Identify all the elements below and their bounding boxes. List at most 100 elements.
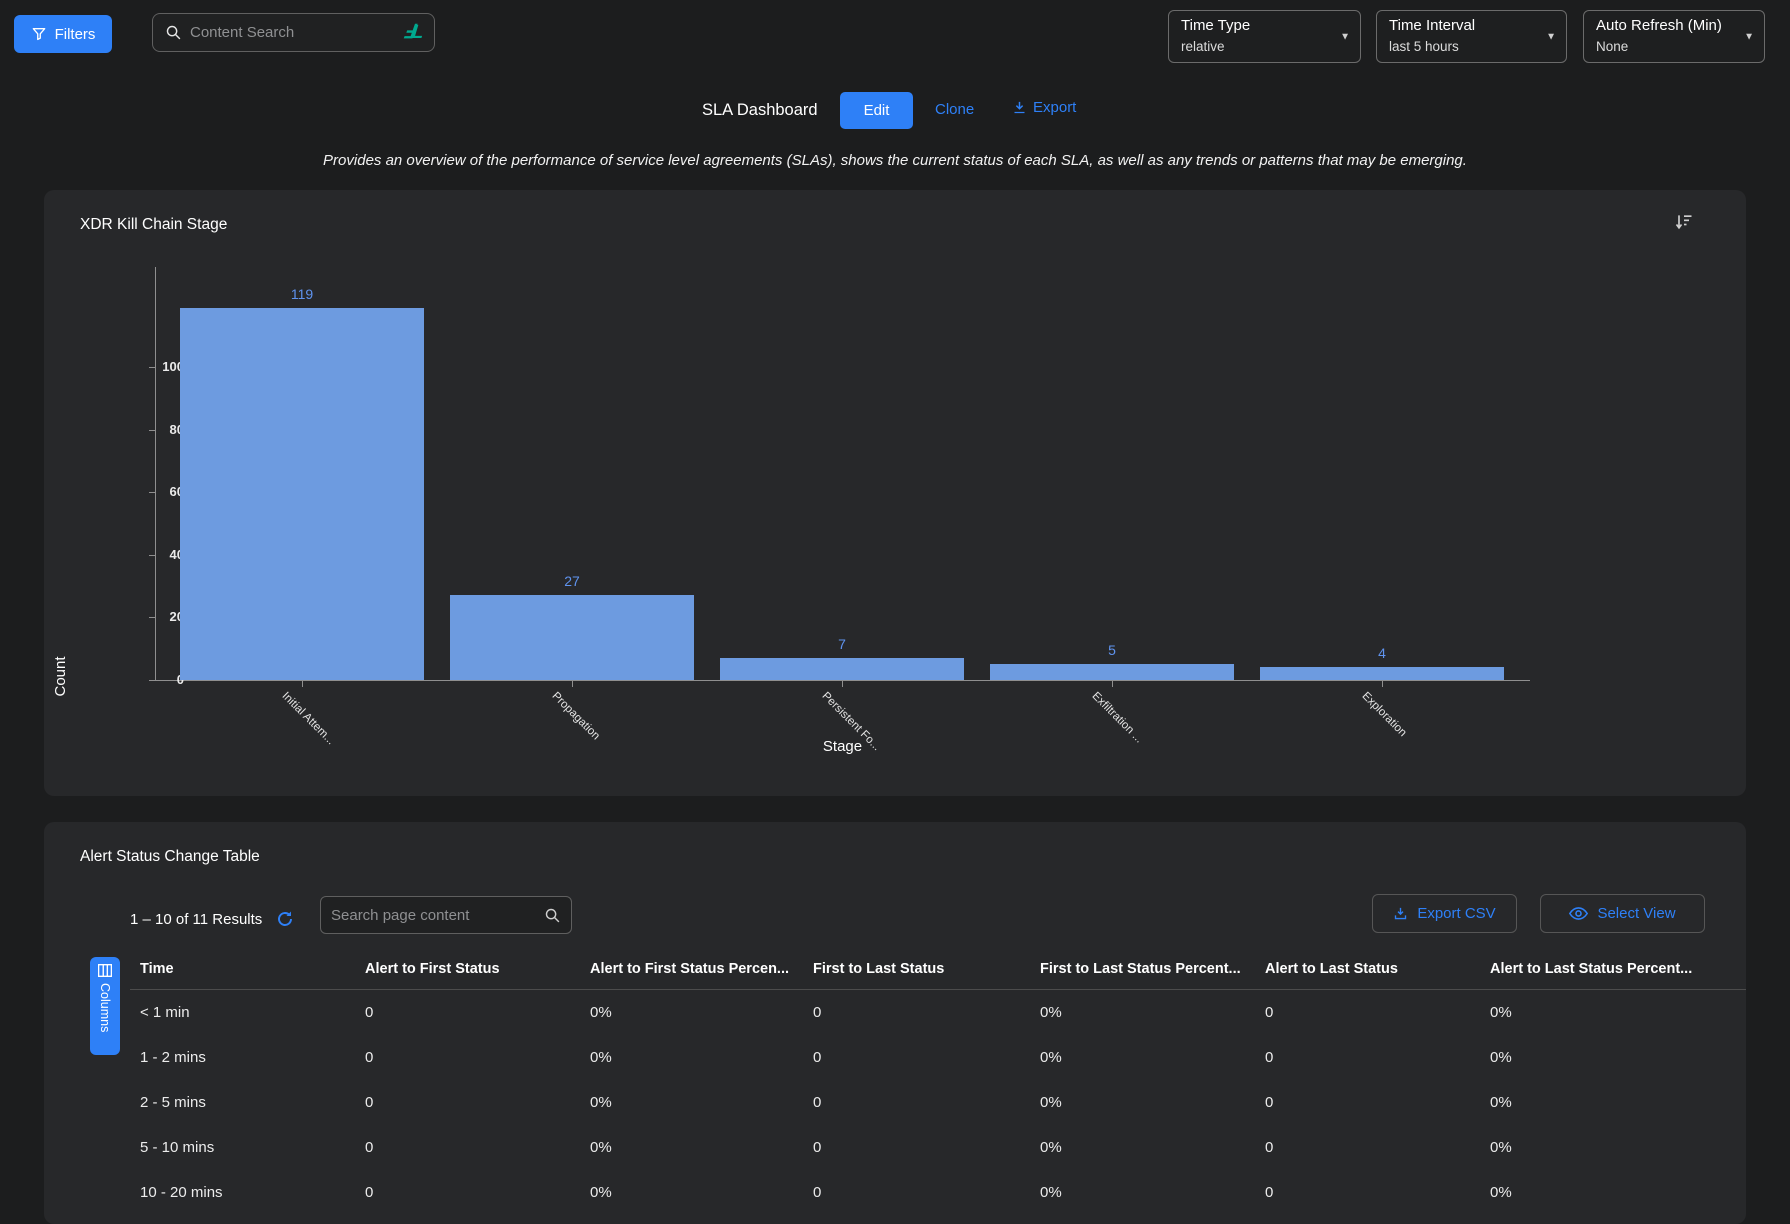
x-tick-mark [842,681,843,687]
table-cell: 0% [1040,1094,1265,1111]
table-cell: 0 [365,1139,590,1156]
bar-2[interactable] [720,658,964,680]
bar-value-label: 27 [450,573,694,589]
x-tick-mark [572,681,573,687]
time-type-value: relative [1181,39,1332,54]
bar-value-label: 7 [720,636,964,652]
column-header[interactable]: Alert to First Status [365,961,590,977]
content-search-box[interactable]: ℲL [152,13,435,52]
bar-4[interactable] [1260,667,1504,680]
x-tick-mark [1382,681,1383,687]
table-cell: 0% [1040,1184,1265,1201]
stellar-logo-icon: ℲL [402,21,423,44]
export-csv-button[interactable]: Export CSV [1372,894,1517,933]
auto-refresh-dropdown[interactable]: Auto Refresh (Min) None ▼ [1583,10,1765,63]
column-header[interactable]: Alert to Last Status [1265,961,1490,977]
alert-status-change-panel: Alert Status Change Table 1 – 10 of 11 R… [44,822,1746,1224]
column-header[interactable]: Alert to First Status Percen... [590,961,813,977]
bar-value-label: 4 [1260,645,1504,661]
page-content-search-box[interactable] [320,896,572,934]
time-type-dropdown[interactable]: Time Type relative ▼ [1168,10,1361,63]
x-axis-title: Stage [155,738,1530,755]
table-cell: 0 [1265,1139,1490,1156]
table-cell: 0 [813,1004,1040,1021]
table-cell: 0 [1265,1004,1490,1021]
column-header[interactable]: First to Last Status [813,961,1040,977]
auto-refresh-label: Auto Refresh (Min) [1596,17,1736,34]
table-cell: 0 [813,1139,1040,1156]
bar-value-label: 5 [990,642,1234,658]
edit-button[interactable]: Edit [840,92,913,129]
page-title: SLA Dashboard [702,101,818,120]
y-tick-mark [149,555,155,556]
content-search-input[interactable] [190,24,395,41]
time-interval-value: last 5 hours [1389,39,1538,54]
export-link[interactable]: Export [1012,99,1076,116]
select-view-button[interactable]: Select View [1540,894,1705,933]
table-cell: 0 [1265,1094,1490,1111]
column-header[interactable]: First to Last Status Percent... [1040,961,1265,977]
bar-chart: Count Stage 020406080100119Initial Attem… [44,190,1746,796]
y-tick-label: 0 [104,672,184,687]
export-label: Export [1033,99,1076,116]
table-header-row: TimeAlert to First StatusAlert to First … [130,948,1746,990]
table-cell: 0% [590,1049,813,1066]
table-row[interactable]: < 1 min00%00%00% [130,990,1746,1035]
filter-icon [31,26,47,42]
table-cell: 0 [813,1184,1040,1201]
filters-label: Filters [55,26,96,43]
table-title: Alert Status Change Table [80,848,260,866]
table-cell: 1 - 2 mins [140,1049,365,1066]
download-icon [1012,100,1027,115]
chevron-down-icon: ▼ [1340,31,1350,42]
eye-icon [1569,906,1588,921]
y-tick-label: 40 [104,547,184,562]
table-cell: 0% [1490,1139,1746,1156]
search-icon [165,24,182,41]
dashboard-description: Provides an overview of the performance … [0,152,1790,169]
table-cell: 0% [1490,1184,1746,1201]
columns-icon [98,964,112,977]
clone-link[interactable]: Clone [935,101,974,118]
table-row[interactable]: 1 - 2 mins00%00%00% [130,1035,1746,1080]
table-row[interactable]: 5 - 10 mins00%00%00% [130,1125,1746,1170]
y-tick-label: 80 [104,422,184,437]
table-row[interactable]: 10 - 20 mins00%00%00% [130,1170,1746,1215]
y-tick-mark [149,680,155,681]
table-row[interactable]: 2 - 5 mins00%00%00% [130,1080,1746,1125]
bar-1[interactable] [450,595,694,680]
y-tick-label: 20 [104,609,184,624]
y-tick-label: 100 [104,359,184,374]
table-cell: 0% [590,1094,813,1111]
column-header[interactable]: Alert to Last Status Percent... [1490,961,1746,977]
table-cell: 2 - 5 mins [140,1094,365,1111]
table-cell: 0% [1490,1094,1746,1111]
y-tick-mark [149,367,155,368]
filters-button[interactable]: Filters [14,15,112,53]
table-cell: 0 [813,1049,1040,1066]
table-cell: 0% [1490,1049,1746,1066]
time-type-label: Time Type [1181,17,1332,34]
download-icon [1393,906,1408,921]
refresh-icon[interactable] [276,910,294,928]
time-interval-dropdown[interactable]: Time Interval last 5 hours ▼ [1376,10,1567,63]
table-cell: 0 [365,1049,590,1066]
results-count: 1 – 10 of 11 Results [130,911,262,928]
table-cell: 0% [590,1139,813,1156]
table-cell: 0 [365,1184,590,1201]
table-cell: 0 [1265,1049,1490,1066]
x-category-label: Propagation [550,690,602,742]
y-tick-mark [149,430,155,431]
table-cell: 0% [1490,1004,1746,1021]
column-header[interactable]: Time [140,961,365,977]
page-content-search-input[interactable] [331,907,536,924]
y-tick-mark [149,617,155,618]
bar-3[interactable] [990,664,1234,680]
table-cell: 0% [1040,1139,1265,1156]
columns-toggle-button[interactable]: Columns [90,957,120,1055]
bar-value-label: 119 [180,286,424,302]
x-tick-mark [1112,681,1113,687]
table-cell: 0 [365,1094,590,1111]
chevron-down-icon: ▼ [1744,31,1754,42]
bar-0[interactable] [180,308,424,680]
